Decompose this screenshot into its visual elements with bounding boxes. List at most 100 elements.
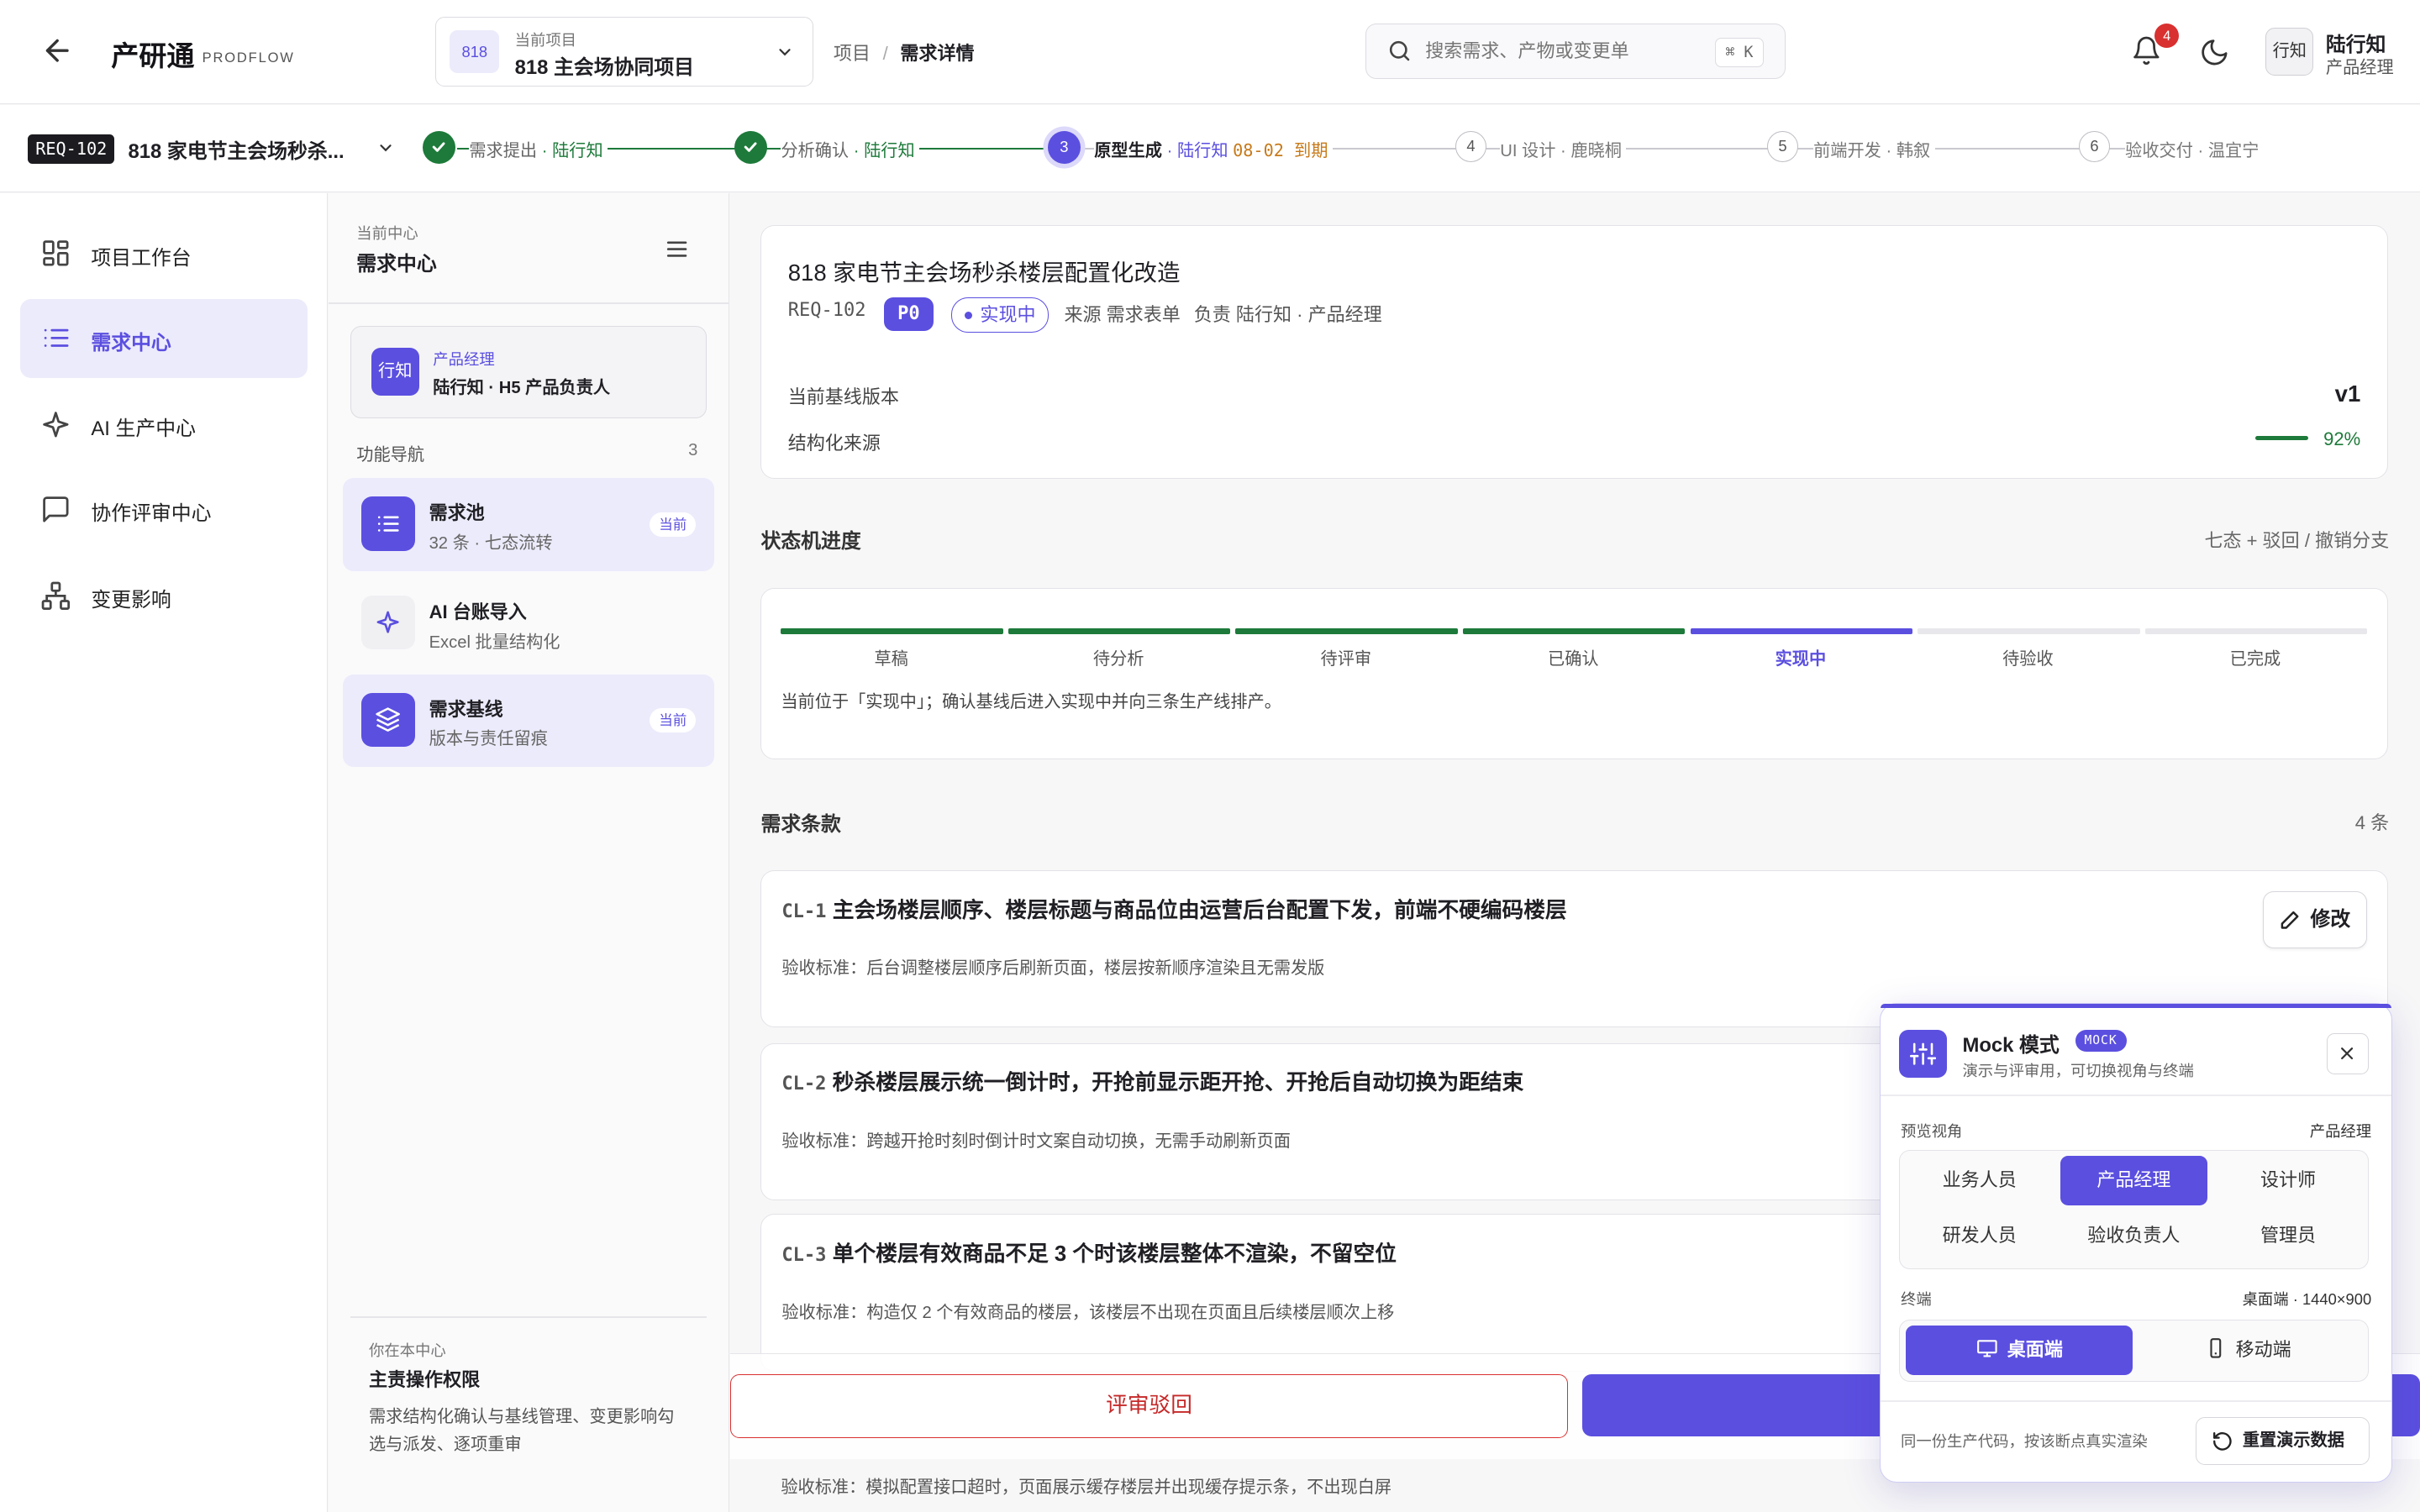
accent-strip [1881, 1003, 2392, 1009]
nav-item-ai-production[interactable]: AI 生产中心 [20, 386, 308, 465]
role-option[interactable]: 管理员 [2215, 1211, 2361, 1261]
function-name: 需求池 [429, 502, 485, 524]
nav-item-workbench[interactable]: 项目工作台 [20, 214, 308, 293]
detail-id: REQ-102 [787, 300, 866, 322]
state-segment [781, 627, 1003, 634]
state-machine-note: 七态 + 驳回 / 撤销分支 [2204, 530, 2390, 552]
divider [350, 1315, 708, 1318]
search-box[interactable]: ⌘ K [1365, 23, 1786, 79]
step-label-current[interactable]: 原型生成 · 陆行知 08-02 到期 [1094, 137, 1333, 162]
view-value: 产品经理 [2309, 1121, 2372, 1140]
owner-avatar: 行知 [371, 348, 419, 396]
menu-icon[interactable] [664, 236, 690, 262]
chevron-down-icon [779, 48, 791, 55]
nav-item-change-impact[interactable]: 变更影响 [20, 557, 308, 636]
back-arrow-icon[interactable] [40, 34, 74, 67]
clause-acceptance: 验收标准：模拟配置接口超时，页面展示缓存楼层并出现缓存提示条，不出现白屏 [781, 1478, 1392, 1498]
state-machine-card [760, 587, 2388, 759]
role-option-selected[interactable]: 产品经理 [2060, 1155, 2207, 1205]
step-done-icon [423, 131, 455, 164]
clause-title: CL-3 单个楼层有效商品不足 3 个时该楼层整体不渲染，不留空位 [781, 1242, 1397, 1267]
function-item-pool[interactable]: 需求池 32 条 · 七态流转 当前 [342, 478, 715, 571]
nav-item-label: 变更影响 [91, 589, 171, 612]
sparkle-icon [360, 595, 416, 650]
step-number: 4 [1455, 131, 1486, 162]
step-number: 5 [1767, 131, 1798, 162]
clause-acceptance: 验收标准：跨越开抢时刻时倒计时文案自动切换，无需手动刷新页面 [781, 1131, 1291, 1151]
sliders-icon [1899, 1030, 1948, 1078]
breadcrumb-current: 需求详情 [900, 42, 975, 64]
function-sub: Excel 批量结构化 [429, 633, 560, 652]
panel-caption: 当前中心 [356, 224, 418, 243]
project-name: 818 主会场协同项目 [514, 55, 695, 79]
state-label: 已确认 [1548, 649, 1599, 669]
mock-title: Mock 模式 [1962, 1034, 2060, 1058]
monitor-icon [1977, 1340, 1997, 1357]
mock-mode-panel: Mock 模式 MOCK 演示与评审用，可切换视角与终端 预览视角 产品经理 业… [1880, 1002, 2393, 1483]
left-nav: 项目工作台 需求中心 AI 生产中心 协作评审中心 变更影响 [0, 192, 329, 1512]
role-selector: 业务人员 产品经理 设计师 研发人员 验收负责人 管理员 [1899, 1150, 2369, 1269]
list-icon [360, 496, 416, 551]
terminal-option-mobile[interactable]: 移动端 [2134, 1326, 2361, 1375]
breadcrumb-projects[interactable]: 项目 [834, 43, 871, 64]
search-shortcut: ⌘ K [1715, 38, 1764, 68]
nav-item-label: 需求中心 [91, 331, 171, 354]
function-nav-title: 功能导航 [356, 446, 425, 465]
chevron-down-icon[interactable] [376, 139, 395, 157]
step-label[interactable]: 分析确认 · 陆行知 [781, 137, 920, 162]
panel-title: 需求中心 [356, 252, 437, 276]
permission-title: 主责操作权限 [368, 1369, 481, 1391]
function-name: AI 台账导入 [429, 601, 527, 622]
state-segment [1462, 627, 1686, 634]
state-segment [1007, 627, 1231, 634]
owner-meta: 负责 陆行知 · 产品经理 [1193, 304, 1382, 326]
reject-button[interactable]: 评审驳回 [729, 1374, 1569, 1438]
permission-desc: 需求结构化确认与基线管理、变更影响勾选与派发、逐项重审 [368, 1408, 675, 1455]
step-done-icon [734, 131, 767, 164]
edit-button[interactable]: 修改 [2263, 890, 2367, 948]
state-machine-description: 当前位于「实现中」；确认基线后进入实现中并向三条生产线排产。 [781, 693, 1281, 712]
requirement-title[interactable]: 818 家电节主会场秒杀... [128, 134, 344, 164]
state-segment [2144, 627, 2368, 634]
role-option[interactable]: 研发人员 [1906, 1211, 2052, 1261]
step-label[interactable]: UI 设计 · 鹿晓桐 [1500, 137, 1627, 162]
nav-item-requirements[interactable]: 需求中心 [19, 299, 308, 378]
state-label: 待分析 [1092, 649, 1144, 669]
reset-demo-button[interactable]: 重置演示数据 [2195, 1417, 2370, 1466]
step-label[interactable]: 需求提出 · 陆行知 [469, 137, 608, 162]
baseline-label: 当前基线版本 [787, 386, 899, 407]
moon-icon[interactable] [2199, 37, 2230, 68]
mock-subtitle: 演示与评审用，可切换视角与终端 [1962, 1061, 2194, 1079]
role-option[interactable]: 业务人员 [1906, 1156, 2052, 1205]
close-button[interactable] [2326, 1032, 2369, 1075]
center-panel: 当前中心 需求中心 行知 产品经理 陆行知 · H5 产品负责人 功能导航 3 … [329, 192, 729, 1512]
role-option[interactable]: 验收负责人 [2060, 1211, 2207, 1261]
step-label[interactable]: 验收交付 · 温宜宁 [2125, 137, 2264, 162]
mock-tag: MOCK [2075, 1030, 2127, 1052]
state-segment [1690, 627, 1913, 634]
user-avatar[interactable]: 行知 [2265, 28, 2314, 76]
project-selector[interactable]: 818 当前项目 818 主会场协同项目 [434, 17, 814, 87]
step-number: 6 [2079, 131, 2110, 162]
owner-name: 陆行知 · H5 产品负责人 [433, 379, 611, 398]
terminal-selector: 桌面端 移动端 [1899, 1320, 2369, 1382]
struct-progress-bar [2255, 435, 2308, 441]
state-segment [1918, 627, 2140, 634]
baseline-value: v1 [2334, 380, 2361, 407]
step-label[interactable]: 前端开发 · 韩叙 [1813, 137, 1935, 162]
nav-item-label: 协作评审中心 [91, 502, 212, 526]
state-badge: 实现中 [951, 297, 1050, 333]
terminal-option-desktop[interactable]: 桌面端 [1906, 1325, 2133, 1375]
role-option[interactable]: 设计师 [2215, 1156, 2361, 1205]
divider [329, 302, 729, 304]
project-badge: 818 [450, 29, 500, 74]
function-item-baseline[interactable]: 需求基线 版本与责任留痕 当前 [342, 674, 715, 767]
brand-subtitle: PRODFLOW [202, 49, 295, 66]
function-sub: 版本与责任留痕 [429, 730, 548, 749]
search-input[interactable] [1425, 24, 1688, 78]
function-item-ai-import[interactable]: AI 台账导入 Excel 批量结构化 [343, 577, 715, 669]
step-number-current: 3 [1048, 131, 1081, 164]
top-bar: 产研通 PRODFLOW 818 当前项目 818 主会场协同项目 项目 / 需求详… [0, 0, 2420, 105]
nav-item-review[interactable]: 协作评审中心 [20, 470, 308, 549]
clauses-title: 需求条款 [760, 812, 841, 836]
